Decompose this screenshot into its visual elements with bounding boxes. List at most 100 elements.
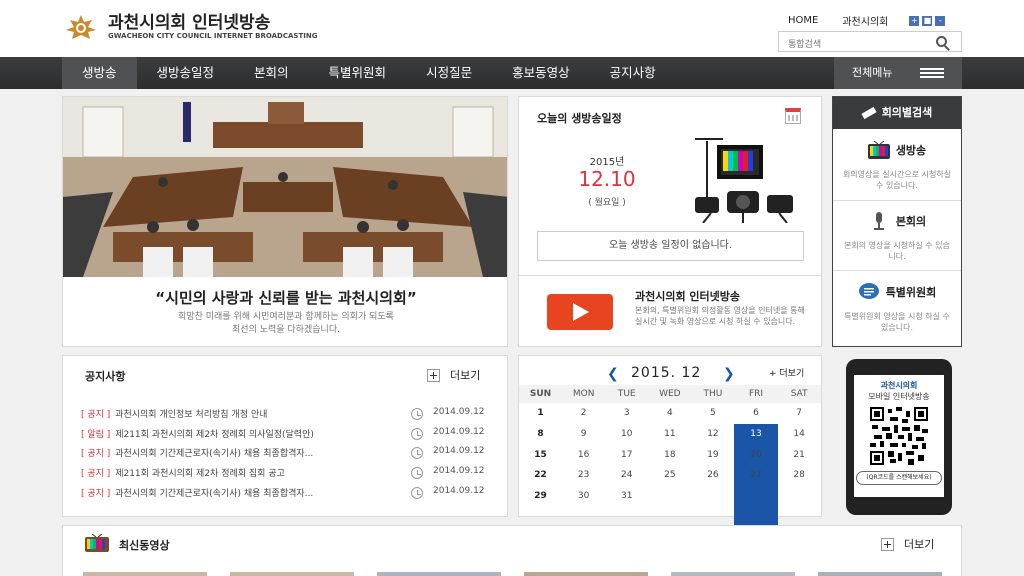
calendar-day[interactable]: 28 (778, 465, 821, 486)
hero-description-line1: 희망찬 미래를 위해 시민여러분과 함께하는 의회가 되도록 (178, 312, 394, 322)
calendar-day[interactable]: 14 (778, 424, 821, 445)
calendar-day[interactable]: 5 (691, 403, 734, 424)
nav-item-promo-video[interactable]: 홍보동영상 (492, 57, 590, 89)
videos-more-label: 더보기 (904, 538, 935, 551)
calendar-month: 2015. 12 (631, 365, 702, 381)
all-menu-button[interactable]: 전체메뉴 (834, 57, 962, 89)
latest-videos-title: 최신동영상 (119, 539, 170, 552)
calendar-empty-cell (734, 486, 777, 507)
notice-date: 2014.09.12 (433, 466, 485, 476)
council-link[interactable]: 과천시의회 (842, 13, 888, 28)
intro-title: 과천시의회 인터넷방송 (635, 290, 741, 303)
search-input[interactable] (779, 35, 929, 55)
side-item-special-committee[interactable]: 특별위원회 특별위원회 영상을 시청 하실 수 있습니다. (833, 283, 961, 333)
calendar-day[interactable]: 26 (691, 465, 734, 486)
calendar-day[interactable]: 4 (648, 403, 691, 424)
notice-row[interactable]: [ 공지 ] 과천시의회 기간제근로자(속기사) 채용 최종합격자... 201… (81, 446, 493, 462)
nav-item-live-schedule[interactable]: 생방송일정 (137, 57, 235, 89)
calendar-day[interactable]: 24 (605, 465, 648, 486)
home-link[interactable]: HOME (788, 15, 818, 26)
calendar-day[interactable]: 22 (519, 465, 562, 486)
notice-more-link[interactable]: 더보기 (427, 367, 480, 383)
calendar-day[interactable]: 30 (562, 486, 605, 507)
notice-title: 공지사항 (85, 370, 126, 383)
side-item-special-committee-label: 특별위원회 (885, 286, 937, 299)
latest-videos-panel: 최신동영상 더보기 (62, 525, 962, 576)
weekday-label: SAT (790, 389, 808, 399)
mobile-qr-promo[interactable]: 과천시의회 모바일 인터넷방송 (QR코드를 스캔해보세요) (846, 359, 952, 515)
calendar-day[interactable]: 16 (562, 445, 605, 466)
clock-icon (411, 428, 423, 440)
video-thumbnail[interactable] (83, 572, 207, 576)
today-schedule-panel: 오늘의 생방송일정 2015년 12.10 ( 월요일 ) 오늘 생방송 일정이… (518, 96, 822, 276)
utility-links: HOME 과천시의회 + ■ - (788, 13, 946, 28)
nav-item-plenary[interactable]: 본회의 (234, 57, 309, 89)
mobile-subtitle: 모바일 인터넷방송 (868, 392, 930, 401)
video-thumbnail[interactable] (377, 572, 501, 576)
notice-row[interactable]: [ 공지 ] 과천시의회 개인정보 처리방침 개정 안내 2014.09.12 (81, 407, 493, 423)
side-item-plenary-label: 본회의 (895, 215, 927, 228)
calendar-day[interactable]: 11 (648, 424, 691, 445)
play-video-icon[interactable] (547, 294, 613, 330)
notice-date: 2014.09.12 (433, 407, 485, 417)
calendar-day[interactable]: 10 (605, 424, 648, 445)
notice-row-title[interactable]: 과천시의회 개인정보 처리방침 개정 안내 (115, 410, 267, 420)
calendar-day[interactable]: 3 (605, 403, 648, 424)
video-thumbnail[interactable] (230, 572, 354, 576)
nav-item-city-questions[interactable]: 시정질문 (406, 57, 492, 89)
notice-row-title[interactable]: 과천시의회 기간제근로자(속기사) 채용 최종합격자... (115, 449, 313, 459)
calendar-empty-cell (691, 486, 734, 507)
video-thumbnail[interactable] (818, 572, 942, 576)
calendar-panel: ❮ 2015. 12 ❯ + 더보기 SUN MON TUE WED THU F… (518, 355, 822, 576)
notice-row-title[interactable]: 제211회 과천시의회 제2차 정례회 집회 공고 (115, 469, 285, 479)
calendar-day[interactable]: 7 (778, 403, 821, 424)
notice-row-title[interactable]: 과천시의회 기간제근로자(속기사) 채용 최종합격자... (115, 489, 313, 499)
video-thumbnail[interactable] (524, 572, 648, 576)
side-item-plenary-desc: 본회의 영상을 시청하실 수 있습니다. (844, 241, 950, 261)
calendar-day[interactable]: 21 (778, 445, 821, 466)
calendar-day[interactable]: 19 (691, 445, 734, 466)
notice-row[interactable]: [ 공지 ] 제211회 과천시의회 제2차 정례회 집회 공고 2014.09… (81, 466, 493, 482)
notice-row-title[interactable]: 제211회 과천시의회 제2차 정례회 의사일정(달력안) (115, 430, 314, 440)
calendar-day[interactable]: 27 (734, 465, 777, 486)
zoom-in-button[interactable]: + (909, 15, 920, 26)
calendar-week-row: 22 23 24 25 26 27 28 (519, 465, 821, 486)
calendar-day[interactable]: 17 (605, 445, 648, 466)
calendar-day[interactable]: 15 (519, 445, 562, 466)
zoom-reset-button[interactable]: ■ (922, 15, 933, 26)
videos-more-link[interactable]: 더보기 (881, 536, 934, 552)
nav-item-notice[interactable]: 공지사항 (590, 57, 676, 89)
calendar-day[interactable]: 20 (734, 445, 777, 466)
calendar-day[interactable]: 8 (519, 424, 562, 445)
calendar-icon[interactable] (785, 108, 801, 124)
today-weekday: ( 월요일 ) (588, 198, 626, 208)
notice-row[interactable]: [ 공지 ] 과천시의회 기간제근로자(속기사) 채용 최종합격자... 201… (81, 486, 493, 502)
hero-panel: “시민의 사랑과 신뢰를 받는 과천시의회” 희망찬 미래를 위해 시민여러분과… (62, 96, 508, 347)
search-icon[interactable] (936, 36, 947, 47)
side-item-plenary[interactable]: 본회의 본회의 영상을 시청하실 수 있습니다. (833, 212, 961, 262)
calendar-next-button[interactable]: ❯ (723, 366, 735, 382)
video-thumbnail[interactable] (671, 572, 795, 576)
side-item-live[interactable]: 생방송 회의영상을 실시간으로 시청하실 수 있습니다. (833, 141, 961, 191)
calendar-day[interactable]: 9 (562, 424, 605, 445)
calendar-day[interactable]: 23 (562, 465, 605, 486)
nav-item-live[interactable]: 생방송 (62, 57, 137, 89)
calendar-day[interactable]: 2 (562, 403, 605, 424)
calendar-day[interactable]: 31 (605, 486, 648, 507)
calendar-day[interactable]: 18 (648, 445, 691, 466)
calendar-day[interactable]: 6 (734, 403, 777, 424)
qr-code-icon (870, 407, 928, 465)
calendar-prev-button[interactable]: ❮ (607, 366, 619, 382)
calendar-day[interactable]: 1 (519, 403, 562, 424)
meeting-search-panel: 회의별검색 생방송 회의영상을 실시간으로 시청하실 수 있습니다. 본회의 본… (832, 96, 962, 347)
calendar-day[interactable]: 12 (691, 424, 734, 445)
nav-item-special-committee[interactable]: 특별위원회 (309, 57, 407, 89)
notice-row[interactable]: [ 알림 ] 제211회 과천시의회 제2차 정례회 의사일정(달력안) 201… (81, 427, 493, 443)
calendar-more-link[interactable]: + 더보기 (769, 366, 804, 379)
calendar-day[interactable]: 25 (648, 465, 691, 486)
calendar-day[interactable]: 29 (519, 486, 562, 507)
site-logo[interactable]: 과천시의회 인터넷방송 GWACHEON CITY COUNCIL INTERN… (62, 12, 317, 42)
notice-panel: 공지사항 더보기 [ 공지 ] 과천시의회 개인정보 처리방침 개정 안내 20… (62, 355, 508, 517)
phone-screen: 과천시의회 모바일 인터넷방송 (QR코드를 스캔해보세요) (854, 375, 944, 497)
zoom-out-button[interactable]: - (935, 15, 946, 26)
